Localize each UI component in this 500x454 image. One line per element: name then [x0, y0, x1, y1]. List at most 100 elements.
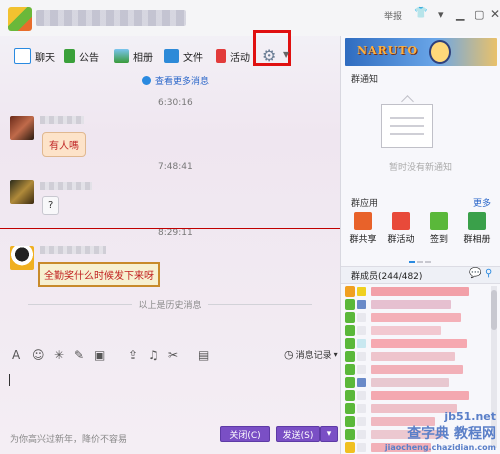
title-bar: 举报 👕 ▾ ▁ ▢ ✕	[0, 0, 500, 36]
apps-title: 群应用	[351, 199, 379, 209]
line	[390, 117, 424, 119]
app-label: 群相册	[463, 235, 491, 245]
list-item[interactable]	[345, 312, 471, 324]
list-item[interactable]	[345, 299, 471, 311]
naruto-banner[interactable]: NARUTO	[345, 38, 497, 66]
magic-icon[interactable]: ✳	[54, 348, 64, 362]
album-icon	[468, 212, 486, 230]
more-apps-link[interactable]: 更多	[473, 196, 491, 209]
list-item[interactable]	[345, 338, 471, 350]
tab-album[interactable]: 相册	[114, 45, 153, 67]
notice-title: 群通知	[351, 75, 379, 85]
input-toolbar: A ☺ ✳ ✎ ▣ ⇪ ♫ ✂ ▤ ◷ 消息记录 ▾	[0, 344, 340, 366]
qq-group-chat-window: 举报 👕 ▾ ▁ ▢ ✕ 聊天 公告 相册 文件 活动 ⚙ ▼ 查看更多消息 6…	[0, 0, 500, 454]
font-icon[interactable]: A	[12, 348, 20, 362]
app-group-activity[interactable]: 群活动	[383, 212, 419, 245]
app-group-album[interactable]: 群相册	[459, 212, 495, 245]
clock-icon: ◷	[284, 348, 294, 361]
flag-icon	[64, 49, 75, 63]
empty-notice-icon	[381, 104, 433, 148]
divider	[207, 304, 312, 305]
checkmark-icon	[430, 212, 448, 230]
tab-files[interactable]: 文件	[164, 45, 203, 67]
list-item[interactable]	[345, 390, 471, 402]
page-dots[interactable]	[409, 256, 437, 263]
message-bubble: ?	[42, 196, 60, 215]
avatar[interactable]	[10, 180, 34, 204]
more-messages-link[interactable]: 查看更多消息	[142, 74, 209, 87]
tab-notice-label: 公告	[79, 52, 99, 64]
watermark-url: jiaocheng.chazidian.com	[384, 443, 496, 452]
chevron-down-icon[interactable]: ▼	[283, 50, 289, 59]
line	[390, 125, 424, 127]
list-item[interactable]	[345, 325, 471, 337]
folder-icon	[164, 49, 179, 63]
more-messages-label: 查看更多消息	[155, 77, 210, 87]
scrollbar-thumb[interactable]	[491, 290, 497, 330]
history-divider: 以上是历史消息	[0, 298, 340, 311]
send-button[interactable]: 发送(S)	[276, 426, 320, 442]
maximize-icon[interactable]: ▢	[474, 8, 484, 21]
group-avatar[interactable]	[8, 7, 32, 31]
watermark-domain: jb51.net	[444, 410, 496, 423]
timestamp: 8:29:11	[158, 228, 193, 238]
clock-icon	[142, 76, 151, 85]
minimize-icon[interactable]: ▁	[456, 8, 464, 21]
divider	[28, 304, 133, 305]
sender-name-blurred	[40, 116, 84, 124]
tab-chat-label: 聊天	[35, 52, 55, 64]
sender-name-blurred	[40, 246, 106, 254]
chat-icon[interactable]: 💬	[469, 268, 481, 279]
right-panel: NARUTO 群通知 暂时没有新通知 群应用 更多 群共享 群活动 签到 群相册	[340, 36, 500, 454]
more-tools-icon[interactable]: ▤	[198, 348, 209, 362]
sender-name-blurred	[40, 182, 92, 190]
close-button[interactable]: 关闭(C)	[220, 426, 270, 442]
tab-files-label: 文件	[183, 52, 203, 64]
list-item[interactable]	[345, 364, 471, 376]
scissors-icon[interactable]: ✂	[168, 348, 178, 362]
menu-icon[interactable]: ▾	[438, 8, 444, 21]
gear-icon[interactable]: ⚙	[262, 46, 276, 65]
message-bubble: 全勤奖什么时候发下来呀	[38, 262, 160, 287]
list-item[interactable]	[345, 351, 471, 363]
message-record-button[interactable]: ◷ 消息记录 ▾	[284, 348, 338, 361]
list-item[interactable]	[345, 286, 471, 298]
tab-activity-label: 活动	[230, 52, 250, 64]
list-item[interactable]	[345, 377, 471, 389]
app-sign-in[interactable]: 签到	[421, 212, 457, 245]
chat-bubble-icon	[14, 48, 31, 64]
music-icon[interactable]: ♫	[148, 348, 159, 362]
qq-penguin-avatar[interactable]	[10, 246, 34, 270]
app-label: 群活动	[387, 235, 415, 245]
share-icon	[354, 212, 372, 230]
chevron-down-icon: ▾	[333, 350, 338, 359]
skin-icon[interactable]: 👕	[414, 6, 428, 19]
app-label: 签到	[429, 235, 448, 245]
message-input[interactable]	[6, 368, 336, 420]
close-icon[interactable]: ✕	[490, 7, 500, 21]
mic-icon[interactable]: ✎	[74, 348, 84, 362]
upload-icon[interactable]: ⇪	[128, 348, 138, 362]
line	[390, 133, 424, 135]
activity-icon	[392, 212, 410, 230]
banner-logo: NARUTO	[357, 44, 419, 57]
send-options-button[interactable]: ▾	[320, 426, 338, 442]
report-link[interactable]: 举报	[384, 9, 402, 22]
footer-hint: 为你高兴过新年，降价不容易	[10, 435, 128, 445]
emoji-icon[interactable]: ☺	[32, 348, 45, 362]
timestamp: 6:30:16	[158, 98, 193, 108]
photo-icon	[114, 49, 129, 63]
timestamp: 7:48:41	[158, 162, 193, 172]
message-record-label: 消息记录	[295, 351, 332, 361]
message-bubble: 有人嗎	[42, 132, 86, 157]
activity-flag-icon	[216, 49, 226, 63]
tab-activity[interactable]: 活动	[216, 45, 250, 67]
text-cursor	[9, 374, 10, 386]
site-watermark: jb51.net 查字典 教程网 jiaocheng.chazidian.com	[385, 410, 496, 452]
avatar[interactable]	[10, 116, 34, 140]
app-group-share[interactable]: 群共享	[345, 212, 381, 245]
search-icon[interactable]: ⚲	[485, 268, 492, 279]
tab-chat[interactable]: 聊天	[14, 45, 55, 67]
image-icon[interactable]: ▣	[94, 348, 105, 362]
tab-notice[interactable]: 公告	[64, 45, 99, 67]
